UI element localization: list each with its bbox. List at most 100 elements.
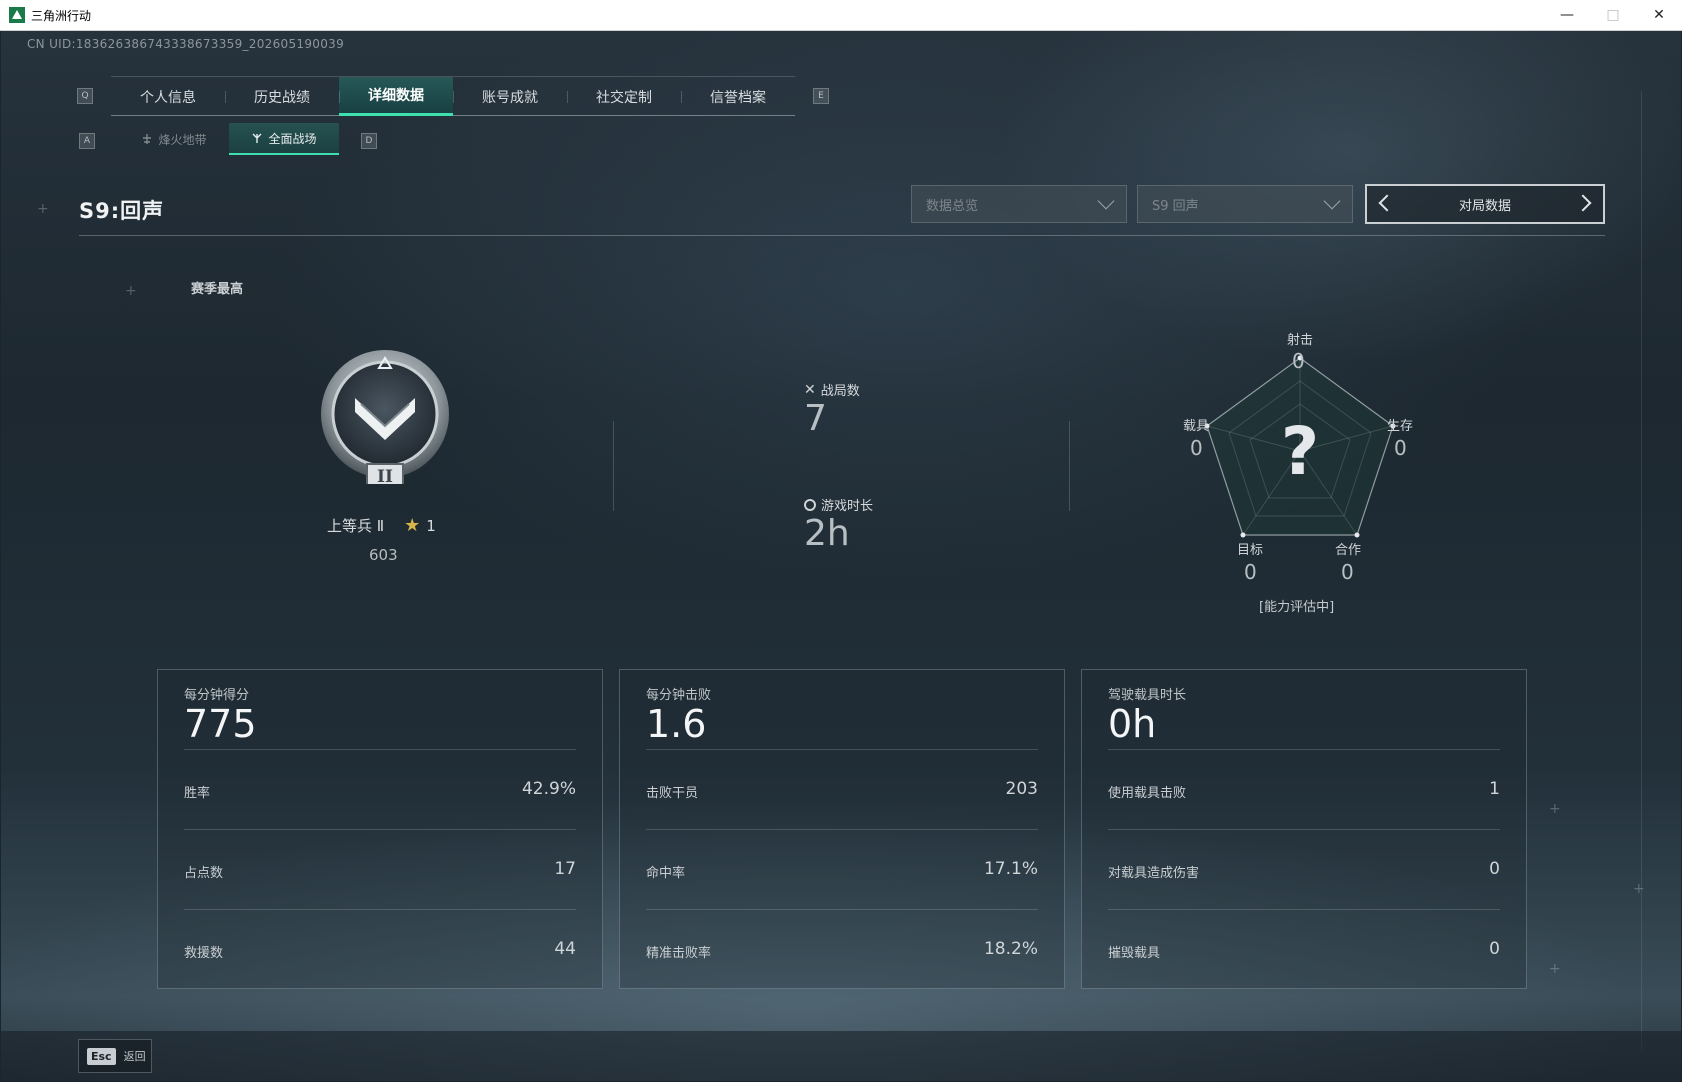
next-subtab-key[interactable]: D: [361, 133, 377, 149]
rank-score: 603: [369, 546, 398, 564]
mode-subtabs: 烽火地带 全面战场: [119, 123, 339, 157]
subtab-label: 全面战场: [268, 131, 317, 146]
tab-personal-info[interactable]: 个人信息: [111, 77, 225, 116]
matches-value: 7: [804, 398, 827, 439]
card-row-label: 占点数: [184, 866, 224, 881]
radar-label-teamwork: 合作: [1335, 543, 1362, 558]
radar-label-survival: 生存: [1387, 419, 1414, 434]
decor-cross-icon: +: [125, 283, 137, 299]
extraction-icon: [143, 134, 152, 144]
prev-tab-key[interactable]: Q: [77, 88, 93, 104]
decor-cross-icon: +: [1549, 961, 1561, 977]
playtime-label-text: 游戏时长: [821, 499, 874, 514]
card-main-value: 775: [184, 702, 257, 746]
card-divider: [646, 749, 1038, 750]
card-row-label: 精准击败率: [646, 946, 712, 961]
prev-arrow-icon[interactable]: [1378, 194, 1396, 212]
app-logo-icon: [9, 7, 25, 23]
radar-value-shooting: 0: [1292, 349, 1305, 373]
radar-value-teamwork: 0: [1341, 560, 1354, 584]
radar-label-shooting: 射击: [1287, 333, 1314, 348]
dropdown-value: 数据总览: [926, 198, 979, 214]
card-divider: [1108, 909, 1500, 910]
tab-credit-record[interactable]: 信誉档案: [681, 77, 795, 116]
minimize-button[interactable]: —: [1544, 0, 1590, 30]
chevron-down-icon: [1097, 192, 1115, 210]
card-row-label: 击败干员: [646, 786, 699, 801]
star-icon: ★: [404, 515, 421, 536]
matches-label-text: 战局数: [820, 384, 860, 399]
season-dropdown[interactable]: S9 回声: [1137, 185, 1353, 223]
card-row-value: 0: [1489, 939, 1500, 959]
tab-match-history[interactable]: 历史战绩: [225, 77, 339, 116]
subtab-battlefield[interactable]: 全面战场: [229, 123, 339, 155]
rank-numeral: II: [377, 467, 393, 484]
card-row-label: 对载具造成伤害: [1108, 866, 1200, 881]
maximize-button[interactable]: □: [1590, 0, 1636, 30]
player-uid: CN UID:183626386743338673359_20260519003…: [27, 37, 345, 51]
card-row-value: 18.2%: [983, 939, 1038, 959]
back-button[interactable]: Esc 返回: [78, 1039, 152, 1073]
card-row-value: 42.9%: [521, 779, 576, 799]
playtime-value: 2h: [804, 513, 850, 554]
card-row-value: 17: [554, 859, 576, 879]
subtab-label: 烽火地带: [158, 132, 207, 147]
back-label: 返回: [123, 1050, 146, 1063]
radar-label-objective: 目标: [1237, 543, 1264, 558]
season-title: S9:回声: [79, 199, 165, 223]
ability-eval-note: [能力评估中]: [1259, 600, 1335, 615]
switcher-label: 对局数据: [1458, 198, 1511, 214]
bottom-bar: [1, 1031, 1681, 1081]
prev-subtab-key[interactable]: A: [79, 133, 95, 149]
window-titlebar: 三角洲行动 — □ ✕: [0, 0, 1682, 31]
card-row-label: 使用载具击败: [1108, 786, 1187, 801]
season-best-label: 赛季最高: [191, 282, 244, 297]
rank-stars: 1: [426, 516, 436, 535]
card-divider: [646, 829, 1038, 830]
tab-social-custom[interactable]: 社交定制: [567, 77, 681, 116]
decor-cross-icon: +: [1633, 881, 1645, 897]
chevron-down-icon: [1323, 192, 1341, 210]
card-main-value: 1.6: [646, 702, 707, 746]
window-title: 三角洲行动: [31, 8, 92, 23]
card-row-value: 44: [554, 939, 576, 959]
card-title: 驾驶载具时长: [1108, 688, 1187, 703]
card-row-label: 命中率: [646, 866, 686, 881]
matches-label: ✕ 战局数: [804, 380, 860, 400]
rank-name: 上等兵 Ⅱ ★ 1: [327, 515, 436, 536]
section-divider: [613, 421, 614, 511]
card-divider: [646, 909, 1038, 910]
main-tabs: 个人信息 历史战绩 详细数据 账号成就 社交定制 信誉档案: [111, 76, 795, 116]
stat-card-vehicle: 驾驶载具时长 0h 使用载具击败 1 对载具造成伤害 0 摧毁载具 0: [1081, 669, 1527, 989]
rank-title: 上等兵 Ⅱ: [327, 517, 385, 535]
close-button[interactable]: ✕: [1636, 0, 1682, 30]
tab-detailed-data[interactable]: 详细数据: [339, 77, 453, 116]
card-divider: [184, 749, 576, 750]
radar-label-vehicle: 载具: [1183, 419, 1210, 434]
card-row-value: 0: [1489, 859, 1500, 879]
card-row-label: 摧毁载具: [1108, 946, 1161, 961]
card-row-label: 胜率: [184, 786, 211, 801]
subtab-extraction[interactable]: 烽火地带: [119, 123, 229, 155]
radar-value-vehicle: 0: [1190, 436, 1203, 460]
crossed-swords-icon: ✕: [804, 381, 816, 398]
section-divider: [1069, 421, 1070, 511]
rank-badge-icon: II: [321, 350, 449, 484]
overview-dropdown[interactable]: 数据总览: [911, 185, 1127, 223]
stat-card-kills: 每分钟击败 1.6 击败干员 203 命中率 17.1% 精准击败率 18.2%: [619, 669, 1065, 989]
card-row-label: 救援数: [184, 946, 224, 961]
playtime-label: 游戏时长: [804, 495, 873, 514]
esc-key-badge: Esc: [87, 1047, 116, 1065]
tab-achievements[interactable]: 账号成就: [453, 77, 567, 116]
card-row-value: 1: [1489, 779, 1500, 799]
next-tab-key[interactable]: E: [813, 88, 829, 104]
unknown-ability-icon: ?: [1281, 413, 1319, 490]
edge-decor-line: [1641, 91, 1642, 1051]
game-screen: CN UID:183626386743338673359_20260519003…: [1, 31, 1681, 1081]
card-divider: [1108, 749, 1500, 750]
header-divider: [79, 235, 1605, 236]
card-row-value: 17.1%: [983, 859, 1038, 879]
decor-cross-icon: +: [37, 201, 49, 217]
data-type-switcher: 对局数据: [1365, 184, 1605, 224]
next-arrow-icon[interactable]: [1574, 194, 1592, 212]
